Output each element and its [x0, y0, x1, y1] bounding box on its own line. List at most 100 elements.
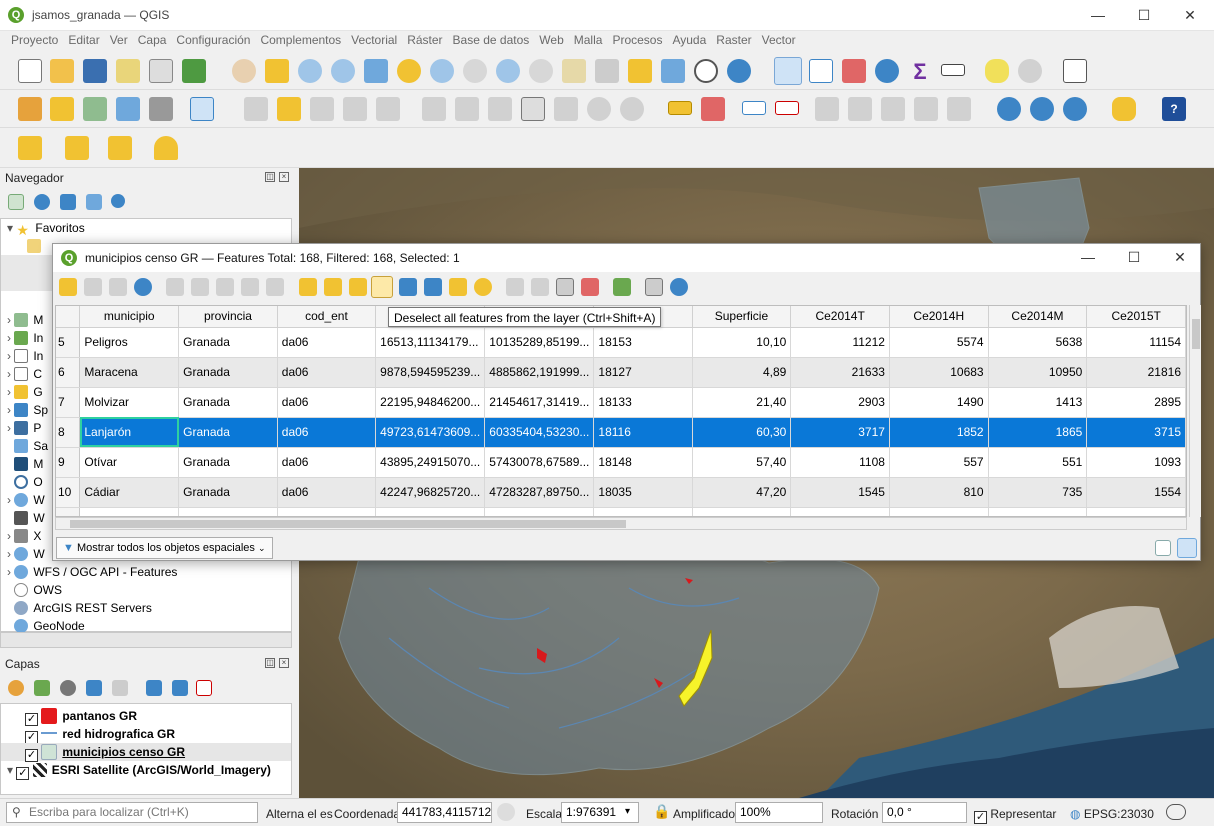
toggle-editing-icon[interactable]: [59, 278, 77, 296]
table-cell[interactable]: 21,40: [692, 387, 792, 418]
table-cell[interactable]: Jete: [79, 507, 180, 516]
python-console-icon[interactable]: [1112, 97, 1136, 121]
form-view-icon[interactable]: [1155, 540, 1171, 556]
spatial-bookmark-icon[interactable]: [628, 59, 652, 83]
locator-search-icon[interactable]: [1018, 59, 1042, 83]
organize-columns-icon[interactable]: [556, 278, 574, 296]
conditional-formatting-icon[interactable]: [613, 278, 631, 296]
undo-icon[interactable]: [587, 97, 611, 121]
save-project-icon[interactable]: [83, 59, 107, 83]
row-header[interactable]: 7: [56, 387, 81, 418]
layer-visibility-checkbox[interactable]: ✓: [16, 767, 30, 780]
multi-edit-icon[interactable]: [84, 278, 102, 296]
save-edits-icon[interactable]: [310, 97, 334, 121]
table-cell[interactable]: 1852: [889, 417, 989, 448]
table-cell[interactable]: 5574: [889, 327, 989, 358]
pin-labels-icon[interactable]: [742, 101, 766, 115]
menu-malla[interactable]: Malla: [569, 31, 608, 51]
select-by-expression-icon[interactable]: [299, 278, 317, 296]
attr-minimize-button[interactable]: —: [1065, 242, 1111, 273]
row-header[interactable]: 8: [56, 417, 81, 448]
filter-browser-icon[interactable]: [60, 194, 76, 210]
panel-close-button[interactable]: ×: [279, 658, 289, 668]
locator-search-input[interactable]: Escriba para localizar (Ctrl+K): [6, 802, 258, 823]
open-layer-styling-icon[interactable]: [8, 680, 24, 696]
reload-table-icon[interactable]: [134, 278, 152, 296]
table-cell[interactable]: 451: [988, 507, 1088, 516]
table-row[interactable]: 10 Cádiar Granada da06 42247,96825720... 4728…: [56, 477, 1186, 508]
layer-diagram-icon[interactable]: [701, 97, 725, 121]
filter-legend-icon[interactable]: [86, 680, 102, 696]
save-edits-icon[interactable]: [109, 278, 127, 296]
table-cell[interactable]: 810: [889, 477, 989, 508]
menu-base-de-datos[interactable]: Base de datos: [448, 31, 535, 51]
table-cell[interactable]: 60335404,53230...: [484, 417, 595, 448]
table-row[interactable]: 5 Peligros Granada da06 16513,11134179... 101…: [56, 327, 1186, 358]
help-icon[interactable]: ?: [1162, 97, 1186, 121]
table-cell[interactable]: 18133: [593, 387, 693, 418]
table-cell[interactable]: Granada: [178, 507, 278, 516]
attr-close-button[interactable]: ✕: [1157, 242, 1203, 273]
filter-icon[interactable]: [399, 278, 417, 296]
add-feature-icon[interactable]: [166, 278, 184, 296]
unpinned-labels-icon[interactable]: [914, 97, 938, 121]
column-header[interactable]: Ce2014H: [889, 306, 989, 328]
table-row[interactable]: 11JeteGranadada0618878,26350470...138964…: [56, 507, 1186, 516]
table-cell[interactable]: 22195,94846200...: [375, 387, 486, 418]
magnifier-spinbox[interactable]: 100%: [735, 802, 823, 823]
table-cell[interactable]: Granada: [178, 477, 278, 508]
menu-raster-2[interactable]: Raster: [711, 31, 756, 51]
menu-ayuda[interactable]: Ayuda: [667, 31, 711, 51]
table-cell[interactable]: 18878,26350470...: [375, 507, 486, 516]
table-cell[interactable]: 4885862,191999...: [484, 357, 595, 388]
layout-manager-icon[interactable]: [149, 59, 173, 83]
paste-features-icon[interactable]: [554, 97, 578, 121]
table-cell[interactable]: Maracena: [79, 357, 180, 388]
table-cell[interactable]: 735: [988, 477, 1088, 508]
open-project-icon[interactable]: [50, 59, 74, 83]
table-view-icon[interactable]: [1177, 538, 1197, 558]
add-feature-icon[interactable]: [343, 97, 367, 121]
layer-item[interactable]: ▾ ✓ ESRI Satellite (ArcGIS/World_Imagery…: [1, 761, 291, 780]
manage-visibility-icon[interactable]: [60, 680, 76, 696]
table-cell[interactable]: 60,30: [692, 417, 792, 448]
table-cell[interactable]: da06: [277, 447, 377, 478]
deselect-features-icon[interactable]: [108, 136, 132, 160]
close-button[interactable]: ✕: [1167, 0, 1213, 31]
render-toggle[interactable]: ✓ Representar: [974, 807, 1056, 824]
table-cell[interactable]: Peligros: [79, 327, 180, 358]
column-header[interactable]: municipio: [79, 306, 180, 328]
table-cell[interactable]: 11154: [1086, 327, 1186, 358]
menu-procesos[interactable]: Procesos: [607, 31, 667, 51]
table-cell[interactable]: 2895: [1086, 387, 1186, 418]
modify-attributes-icon[interactable]: [422, 97, 446, 121]
messages-icon[interactable]: [1166, 804, 1186, 820]
table-cell[interactable]: 909: [1086, 507, 1186, 516]
row-header[interactable]: 6: [56, 357, 81, 388]
zoom-to-selection-icon[interactable]: [397, 59, 421, 83]
paste-icon[interactable]: [266, 278, 284, 296]
panel-float-button[interactable]: ◫: [265, 658, 275, 668]
collapse-all-icon[interactable]: [172, 680, 188, 696]
menu-configuracion[interactable]: Configuración: [171, 31, 255, 51]
table-cell[interactable]: Granada: [178, 447, 278, 478]
dock-table-icon[interactable]: [645, 278, 663, 296]
table-cell[interactable]: 18116: [593, 417, 693, 448]
table-cell[interactable]: 930: [790, 507, 890, 516]
attribute-table-grid[interactable]: municipio provincia cod_ent Superficie C…: [55, 305, 1187, 517]
table-cell[interactable]: 478: [889, 507, 989, 516]
table-row[interactable]: 9 Otívar Granada da06 43895,24915070... 57430…: [56, 447, 1186, 478]
copy-features-icon[interactable]: [521, 97, 545, 121]
table-row-selected[interactable]: 8 Lanjarón Granada da06 49723,61473609... 603…: [56, 417, 1186, 448]
zoom-in-icon[interactable]: [298, 59, 322, 83]
new-3d-view-icon[interactable]: [595, 59, 619, 83]
pan-hand-icon[interactable]: [232, 59, 256, 83]
show-hide-labels-icon[interactable]: [775, 101, 799, 115]
vertex-tool-icon[interactable]: [376, 97, 400, 121]
table-cell[interactable]: 557: [889, 447, 989, 478]
table-cell[interactable]: 1865: [988, 417, 1088, 448]
row-header[interactable]: 5: [56, 327, 81, 358]
menu-vector[interactable]: Vector: [757, 31, 801, 51]
table-cell[interactable]: da06: [277, 417, 377, 448]
table-cell[interactable]: 13896400,09630...: [484, 507, 595, 516]
